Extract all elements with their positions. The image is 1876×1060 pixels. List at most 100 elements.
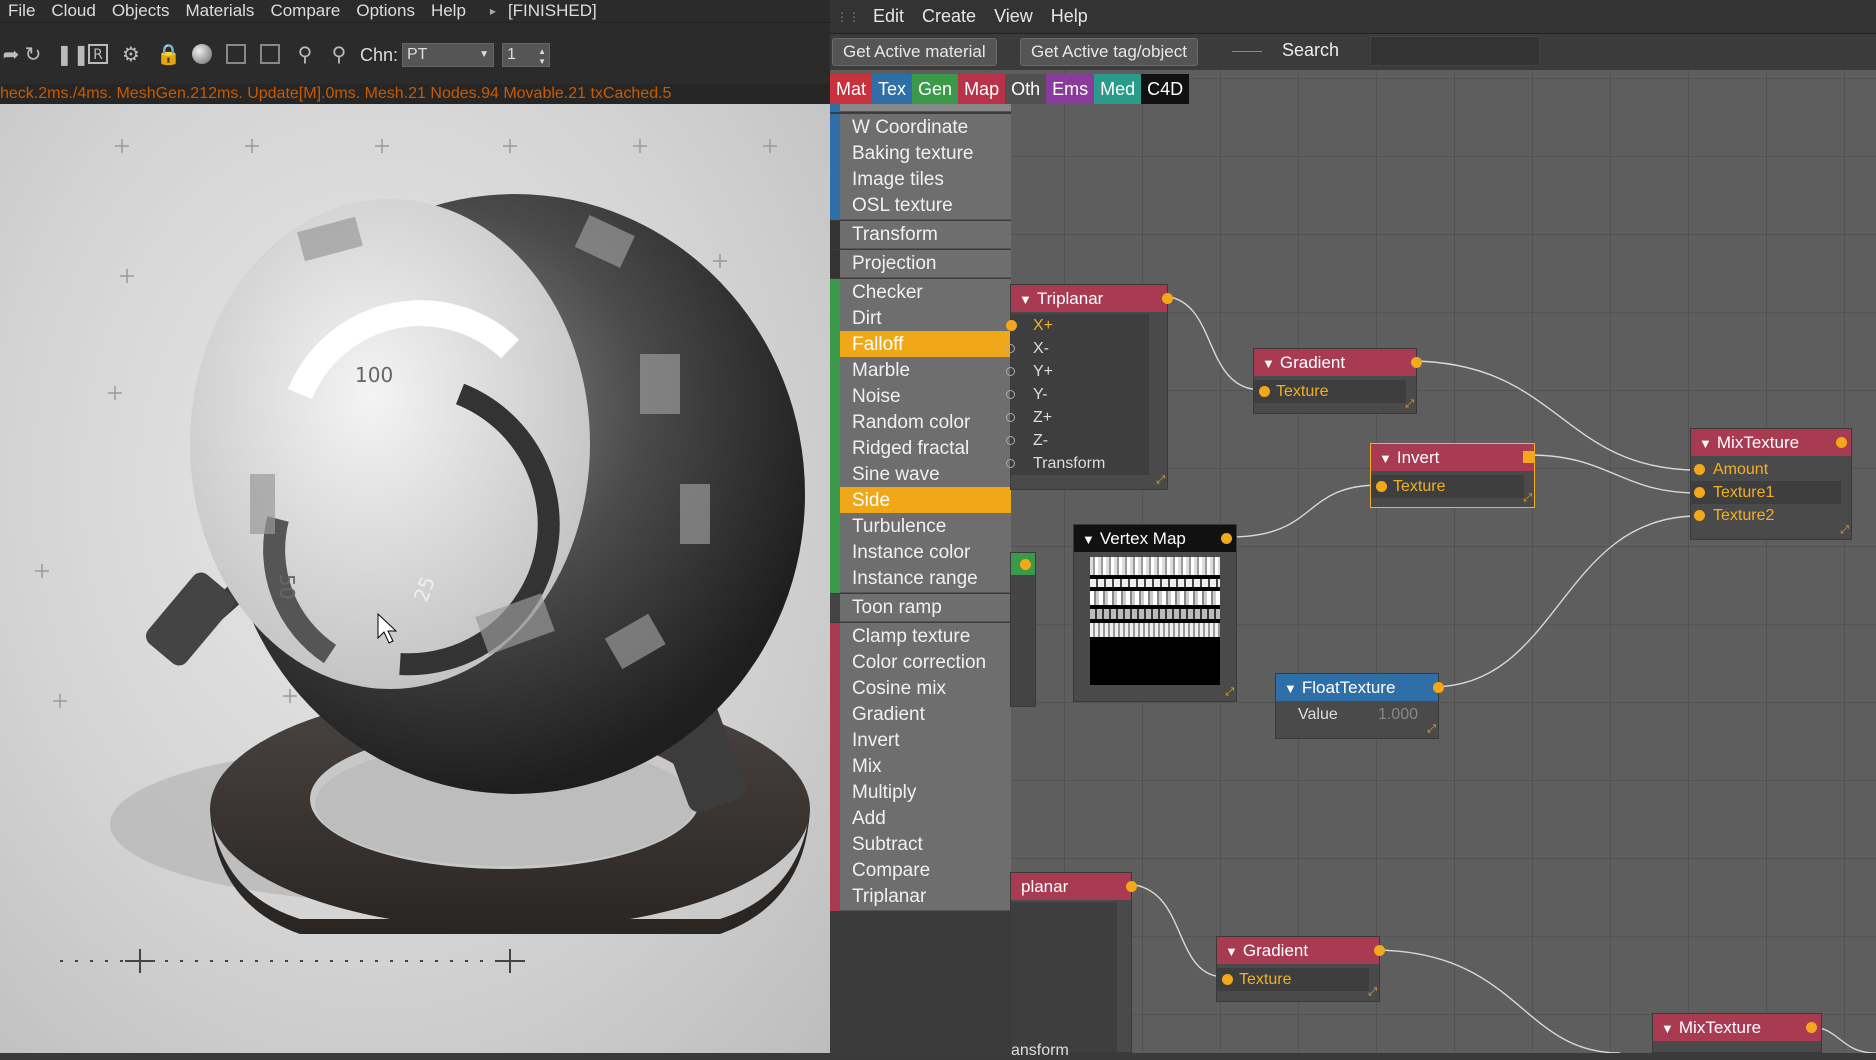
output-port[interactable]	[1523, 451, 1535, 463]
search-input[interactable]	[1370, 36, 1540, 66]
list-item-multiply[interactable]: Multiply	[840, 779, 1011, 807]
port-amount[interactable]: Amount	[1691, 458, 1841, 481]
list-item-ridged-fractal[interactable]: Ridged fractal	[840, 435, 1011, 463]
menu-objects[interactable]: Objects	[104, 1, 178, 21]
channel-number-stepper[interactable]: 1 ▲ ▼	[502, 43, 550, 67]
value-number[interactable]: 1.000	[1378, 701, 1418, 729]
tab-c4d[interactable]: C4D	[1141, 74, 1190, 104]
list-item-add[interactable]: Add	[840, 805, 1011, 833]
list-item-random-color[interactable]: Random color	[840, 409, 1011, 437]
port-z-plus[interactable]: Z+	[1006, 406, 1149, 429]
list-item-subtract[interactable]: Subtract	[840, 831, 1011, 859]
node-header[interactable]: ▼ Gradient	[1254, 349, 1422, 376]
resize-icon[interactable]: ⤢	[1368, 986, 1377, 999]
menu-edit[interactable]: Edit	[864, 6, 913, 27]
menu-compare[interactable]: Compare	[262, 1, 348, 21]
output-port[interactable]	[1162, 293, 1173, 304]
node-float-texture[interactable]: ▼ FloatTexture Value 1.000 ⤢	[1275, 673, 1444, 739]
resize-icon[interactable]: ⤢	[1225, 686, 1234, 699]
list-item-noise[interactable]: Noise	[840, 383, 1011, 411]
region-render-icon[interactable]: R	[88, 44, 108, 64]
output-port[interactable]	[1411, 357, 1422, 368]
collapse-triangle-icon[interactable]: ▼	[1379, 451, 1392, 466]
restart-icon[interactable]: ↻	[22, 43, 44, 65]
node-gradient[interactable]: ▼ Gradient Texture ⤢	[1253, 348, 1422, 414]
node-mixtexture[interactable]: ▼ MixTexture Amount Texture1 Texture2 ⤢	[1690, 428, 1852, 540]
port-transform[interactable]: Transform	[1006, 452, 1149, 475]
list-item-triplanar[interactable]: Triplanar	[840, 883, 1011, 911]
port-y-minus[interactable]: Y-	[1006, 383, 1149, 406]
list-item-w-coordinate[interactable]: W Coordinate	[840, 114, 1011, 142]
resize-icon[interactable]: ⤢	[1523, 492, 1532, 505]
list-item-sine-wave[interactable]: Sine wave	[840, 461, 1011, 489]
menu-options[interactable]: Options	[348, 1, 423, 21]
node-header[interactable]: ▼ MixTexture	[1653, 1014, 1821, 1041]
output-port[interactable]	[1836, 437, 1847, 448]
resize-icon[interactable]: ⤢	[1405, 398, 1414, 411]
list-item-dirt[interactable]: Dirt	[840, 305, 1011, 333]
list-item-falloff[interactable]: Falloff	[840, 331, 1011, 359]
tab-med[interactable]: Med	[1094, 74, 1142, 104]
menu-materials[interactable]: Materials	[177, 1, 262, 21]
port-z-minus[interactable]: Z-	[1006, 429, 1149, 452]
node-hidden-generator[interactable]	[1010, 552, 1036, 707]
focus-pick-icon[interactable]: ⚲	[328, 43, 350, 65]
sub-sampling-icon[interactable]	[260, 44, 280, 64]
menu-create[interactable]: Create	[913, 6, 985, 27]
node-triplanar-2[interactable]: planar ansform	[1010, 872, 1137, 1059]
list-item-toon-ramp[interactable]: Toon ramp	[840, 594, 1011, 622]
port-x-minus[interactable]: X-	[1006, 337, 1149, 360]
node-mixtexture-2[interactable]: ▼ MixTexture	[1652, 1013, 1822, 1053]
tab-map[interactable]: Map	[958, 74, 1006, 104]
list-item-turbulence[interactable]: Turbulence	[840, 513, 1011, 541]
resize-icon[interactable]: ⤢	[1156, 474, 1165, 487]
node-gradient-2[interactable]: ▼ Gradient Texture ⤢	[1216, 936, 1385, 1002]
gear-icon[interactable]: ⚙	[120, 43, 142, 65]
list-item-float[interactable]: Float	[840, 104, 1011, 112]
list-item-instance-range[interactable]: Instance range	[840, 565, 1011, 593]
list-item-osl-texture[interactable]: OSL texture	[840, 192, 1011, 220]
menu-help[interactable]: Help	[423, 1, 474, 21]
output-port[interactable]	[1374, 945, 1385, 956]
list-item-mix[interactable]: Mix	[840, 753, 1011, 781]
get-active-tag-button[interactable]: Get Active tag/object	[1020, 38, 1198, 66]
list-item-marble[interactable]: Marble	[840, 357, 1011, 385]
port-texture[interactable]: Texture	[1254, 380, 1406, 403]
collapse-triangle-icon[interactable]: ▼	[1661, 1021, 1674, 1036]
output-port[interactable]	[1433, 682, 1444, 693]
resize-icon[interactable]: ⤢	[1427, 723, 1436, 736]
list-item-transform[interactable]: Transform	[840, 221, 1011, 249]
render-canvas[interactable]: 100 50 25	[0, 104, 830, 1053]
list-item-color-correction[interactable]: Color correction	[840, 649, 1011, 677]
list-item-instance-color[interactable]: Instance color	[840, 539, 1011, 567]
node-vertex-map[interactable]: ▼ Vertex Map ⤢	[1073, 524, 1237, 702]
port-transform[interactable]: ansform	[1011, 1042, 1069, 1060]
port-texture[interactable]: Texture	[1217, 968, 1369, 991]
node-header[interactable]: ▼ Gradient	[1217, 937, 1385, 964]
list-item-cosine-mix[interactable]: Cosine mix	[840, 675, 1011, 703]
node-header[interactable]: planar	[1011, 873, 1137, 900]
tab-tex[interactable]: Tex	[872, 74, 913, 104]
port-texture1[interactable]: Texture1	[1691, 481, 1841, 504]
collapse-triangle-icon[interactable]: ▼	[1284, 681, 1297, 696]
channel-select[interactable]: PT ▼	[402, 43, 494, 67]
collapse-triangle-icon[interactable]: ▼	[1082, 532, 1095, 547]
port-x-plus[interactable]: X+	[1006, 314, 1149, 337]
get-active-material-button[interactable]: Get Active material	[832, 38, 997, 66]
node-triplanar[interactable]: ▼ Triplanar X+ X- Y+ Y- Z+ Z- Transform ⤢	[1006, 284, 1173, 490]
port-texture[interactable]: Texture	[1371, 475, 1524, 498]
send-icon[interactable]: ➦	[0, 43, 22, 65]
collapse-triangle-icon[interactable]: ▼	[1262, 356, 1275, 371]
collapse-triangle-icon[interactable]: ▼	[1019, 292, 1032, 307]
tab-ems[interactable]: Ems	[1046, 74, 1095, 104]
list-item-baking-texture[interactable]: Baking texture	[840, 140, 1011, 168]
list-item-checker[interactable]: Checker	[840, 279, 1011, 307]
value-field[interactable]: Value 1.000	[1276, 701, 1438, 729]
list-item-gradient[interactable]: Gradient	[840, 701, 1011, 729]
output-port[interactable]	[1806, 1022, 1817, 1033]
node-header[interactable]: ▼ Invert	[1371, 444, 1535, 471]
lock-icon[interactable]: 🔒	[156, 43, 181, 65]
menu-file[interactable]: File	[0, 1, 43, 21]
port-y-plus[interactable]: Y+	[1006, 360, 1149, 383]
list-item-invert[interactable]: Invert	[840, 727, 1011, 755]
